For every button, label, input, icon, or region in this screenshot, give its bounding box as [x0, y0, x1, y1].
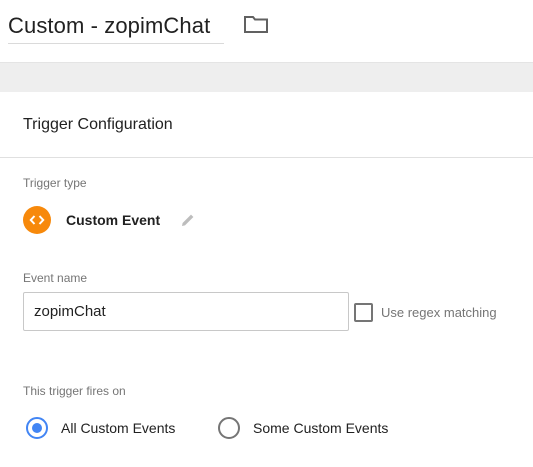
regex-checkbox[interactable] — [354, 302, 373, 322]
pencil-icon[interactable] — [180, 212, 196, 228]
top-bar: Custom - zopimChat — [0, 0, 533, 62]
trigger-name-field[interactable]: Custom - zopimChat — [8, 8, 225, 44]
page-title[interactable]: Custom - zopimChat — [8, 13, 224, 39]
radio-some-custom-events[interactable]: Some Custom Events — [218, 416, 388, 440]
radio-button[interactable] — [218, 417, 240, 439]
fires-on-label: This trigger fires on — [23, 384, 126, 398]
radio-label: All Custom Events — [61, 420, 176, 436]
radio-label: Some Custom Events — [253, 420, 389, 436]
regex-option[interactable]: Use regex matching — [354, 302, 497, 322]
header-divider-band — [0, 62, 533, 92]
card-header: Trigger Configuration — [0, 92, 533, 158]
trigger-type-row[interactable]: Custom Event — [23, 206, 196, 234]
folder-icon[interactable] — [243, 14, 269, 34]
trigger-type-label: Trigger type — [23, 176, 87, 190]
radio-dot — [32, 423, 42, 433]
event-name-label: Event name — [23, 271, 88, 285]
trigger-type-name: Custom Event — [66, 212, 161, 228]
regex-label: Use regex matching — [381, 304, 497, 320]
trigger-configuration-card: Trigger Configuration Trigger type Custo… — [0, 92, 533, 467]
custom-event-code-icon — [23, 206, 51, 234]
radio-all-custom-events[interactable]: All Custom Events — [26, 416, 175, 440]
event-name-input[interactable] — [23, 292, 349, 331]
card-title: Trigger Configuration — [23, 116, 173, 133]
radio-button-selected[interactable] — [26, 417, 48, 439]
